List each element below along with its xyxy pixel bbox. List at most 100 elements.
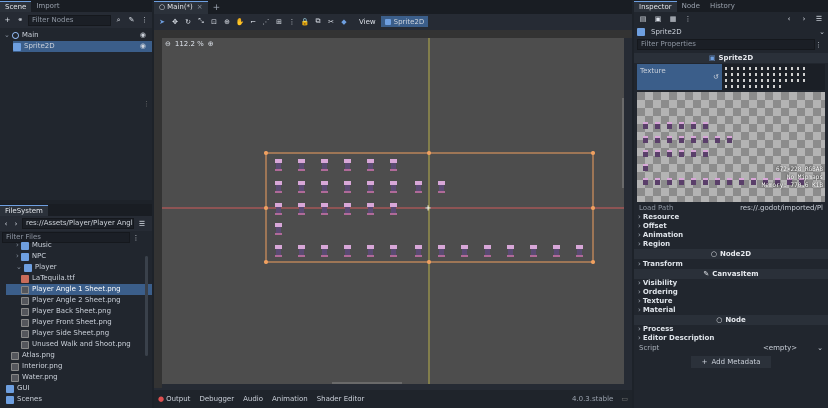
snap-options-icon[interactable]: ⋮ — [286, 16, 298, 28]
chevron-down-icon[interactable]: ⌄ — [4, 30, 10, 41]
section-ordering[interactable]: › Ordering — [634, 288, 828, 297]
file-item[interactable]: Player Angle 1 Sheet.png — [6, 284, 152, 295]
file-item[interactable]: Player Angle 2 Sheet.png — [6, 295, 152, 306]
section-visibility[interactable]: › Visibility — [634, 279, 828, 288]
path-field[interactable]: res://Assets/Player/Player Angle 1 She — [22, 218, 134, 229]
tab-history[interactable]: History — [705, 1, 740, 12]
file-item[interactable]: Scenes — [6, 394, 152, 405]
save-icon[interactable]: ▦ — [667, 13, 679, 25]
filter-nodes-input[interactable]: Filter Nodes — [27, 14, 112, 26]
texture-thumbnail[interactable] — [721, 64, 825, 90]
visibility-eye-icon[interactable]: ◉ — [140, 30, 146, 41]
select-tool-icon[interactable]: ➤ — [156, 16, 168, 28]
resize-handle[interactable] — [264, 206, 268, 210]
resource-menu-icon[interactable]: ⋮ — [682, 13, 694, 25]
rotate-tool-icon[interactable]: ↻ — [182, 16, 194, 28]
view-menu[interactable]: View — [355, 18, 380, 26]
tab-import[interactable]: Import — [31, 1, 64, 12]
back-icon[interactable]: ‹ — [2, 218, 10, 230]
section-resource[interactable]: › Resource — [634, 213, 828, 222]
resize-handle[interactable] — [591, 206, 595, 210]
file-item[interactable]: Player Side Sheet.png — [6, 328, 152, 339]
revert-icon[interactable]: ↺ — [713, 73, 719, 81]
visibility-icon[interactable]: ◆ — [338, 16, 350, 28]
chevron-down-icon[interactable]: ⌄ — [16, 262, 22, 273]
zoom-out-icon[interactable]: ⊖ — [165, 40, 171, 48]
history-back-icon[interactable]: ‹ — [783, 13, 795, 25]
tree-item-main[interactable]: ⌄ Main ◉ — [4, 30, 152, 41]
resize-handle[interactable] — [264, 151, 268, 155]
pivot-tool-icon[interactable]: ⊕ — [221, 16, 233, 28]
forward-icon[interactable]: › — [12, 218, 20, 230]
bottom-tab-audio[interactable]: Audio — [243, 395, 263, 403]
section-material[interactable]: › Material — [634, 306, 828, 315]
section-animation[interactable]: › Animation — [634, 231, 828, 240]
bottom-tab-output[interactable]: Output — [166, 395, 190, 403]
resize-handle[interactable] — [264, 260, 268, 264]
smart-snap-icon[interactable]: ⋰ — [260, 16, 272, 28]
scale-tool-icon[interactable]: ⤡ — [195, 16, 207, 28]
chevron-down-icon[interactable]: ⌄ — [817, 344, 823, 352]
section-offset[interactable]: › Offset — [634, 222, 828, 231]
add-node-button[interactable]: + — [2, 14, 13, 26]
file-item[interactable]: GUI — [6, 383, 152, 394]
tree-item-sprite2d[interactable]: Sprite2D ◉ — [13, 41, 152, 52]
object-menu-icon[interactable]: ⌄ — [819, 28, 825, 36]
section-editor-description[interactable]: › Editor Description — [634, 334, 828, 343]
skeleton-icon[interactable]: ✂ — [325, 16, 337, 28]
add-metadata-button[interactable]: + Add Metadata — [691, 356, 771, 368]
lock-icon[interactable]: 🔒 — [299, 16, 311, 28]
file-item[interactable]: Player Front Sheet.png — [6, 317, 152, 328]
dock-menu-icon[interactable]: ⋮ — [143, 100, 150, 108]
file-item[interactable]: LaTequila.ttf — [6, 273, 152, 284]
tab-scene[interactable]: Scene — [0, 1, 32, 12]
bottom-tab-debugger[interactable]: Debugger — [199, 395, 234, 403]
menu-icon[interactable]: ⋮ — [139, 14, 150, 26]
history-list-icon[interactable]: ☰ — [813, 13, 825, 25]
viewport-canvas[interactable]: + — [162, 38, 624, 384]
bottom-tab-animation[interactable]: Animation — [272, 395, 308, 403]
filter-properties-input[interactable]: Filter Properties — [637, 39, 815, 50]
pan-tool-icon[interactable]: ✋ — [234, 16, 246, 28]
link-icon[interactable]: ⚭ — [15, 14, 26, 26]
split-view-icon[interactable]: ☰ — [136, 218, 148, 230]
horizontal-scrollbar[interactable] — [332, 382, 402, 384]
list-select-icon[interactable]: ⊡ — [208, 16, 220, 28]
file-item[interactable]: › NPC — [6, 251, 152, 262]
chevron-right-icon[interactable]: › — [16, 251, 19, 262]
script-value[interactable]: <empty> — [763, 344, 797, 352]
section-region[interactable]: › Region — [634, 240, 828, 249]
history-forward-icon[interactable]: › — [798, 13, 810, 25]
resize-handle[interactable] — [591, 151, 595, 155]
load-path-value[interactable]: res://.godot/imported/Pl — [740, 204, 823, 212]
add-scene-tab-button[interactable]: + — [208, 3, 226, 14]
close-icon[interactable]: × — [197, 3, 203, 11]
zoom-level[interactable]: 112.2 % — [175, 40, 204, 48]
section-transform-row[interactable]: › Transform — [634, 259, 828, 269]
script-icon[interactable]: ✎ — [126, 14, 137, 26]
tab-node[interactable]: Node — [677, 1, 705, 12]
zoom-in-icon[interactable]: ⊕ — [208, 40, 214, 48]
breadcrumb[interactable]: Sprite2D — [380, 16, 429, 27]
ruler-tool-icon[interactable]: ⌐ — [247, 16, 259, 28]
tab-main-scene[interactable]: ○ Main(*) × — [154, 1, 208, 14]
file-item[interactable]: Interior.png — [6, 361, 152, 372]
file-item[interactable]: Water.png — [6, 372, 152, 383]
new-resource-icon[interactable]: ▤ — [637, 13, 649, 25]
vertical-scrollbar[interactable] — [622, 98, 624, 188]
filesystem-scrollbar[interactable] — [145, 256, 148, 356]
file-item[interactable]: Atlas.png — [6, 350, 152, 361]
file-item[interactable]: Unused Walk and Shoot.png — [6, 339, 152, 350]
resize-handle[interactable] — [427, 260, 431, 264]
tab-filesystem[interactable]: FileSystem — [0, 205, 48, 216]
grid-snap-icon[interactable]: ⊞ — [273, 16, 285, 28]
file-item[interactable]: ⌄ Player — [6, 262, 152, 273]
resize-handle[interactable] — [427, 151, 431, 155]
section-texture[interactable]: › Texture — [634, 297, 828, 306]
resize-handle[interactable] — [591, 260, 595, 264]
group-icon[interactable]: ⧉ — [312, 16, 324, 28]
file-item[interactable]: › Music — [6, 240, 152, 251]
visibility-eye-icon[interactable]: ◉ — [140, 41, 146, 52]
bottom-tab-shader-editor[interactable]: Shader Editor — [317, 395, 365, 403]
file-item[interactable]: Player Back Sheet.png — [6, 306, 152, 317]
